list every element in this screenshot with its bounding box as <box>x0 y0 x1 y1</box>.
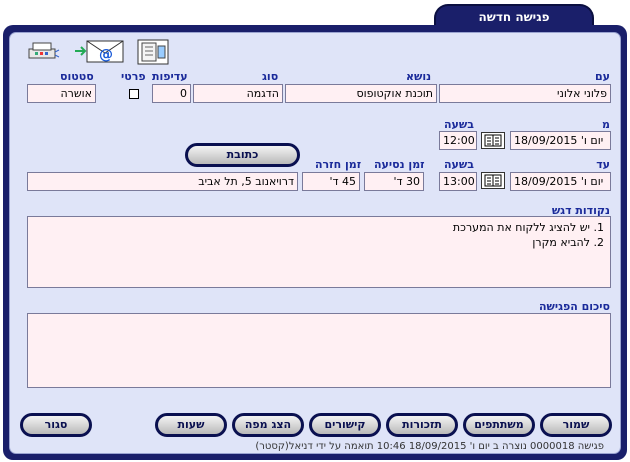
from-time-field[interactable]: 12:00 <box>439 131 477 150</box>
hours-button[interactable]: שעות <box>155 413 227 437</box>
status-bar: פגישה 0000018 נוצרה ב יום ו' 18/09/2015 … <box>255 441 604 452</box>
list-item: 1. יש להציג ללקוח את המערכת <box>452 221 604 234</box>
reminders-button[interactable]: תזכורות <box>386 413 458 437</box>
from-calendar-icon[interactable] <box>481 132 505 149</box>
type-label: סוג <box>262 70 279 83</box>
with-label: עם <box>595 70 610 83</box>
travel-time-field[interactable]: 30 ד' <box>364 172 424 191</box>
priority-label: עדיפות <box>152 70 188 83</box>
to-time-label: בשעה <box>444 158 474 171</box>
with-field[interactable]: פלוני אלוני <box>439 84 611 103</box>
address-field[interactable]: דרויאנוב 5, תל אביב <box>27 172 298 191</box>
key-points-textarea[interactable]: 1. יש להציג ללקוח את המערכת 2. להביא מקר… <box>27 216 611 288</box>
summary-textarea[interactable] <box>27 313 611 388</box>
travel-time-label: זמן נסיעה <box>374 158 425 171</box>
summary-label: סיכום הפגישה <box>538 300 610 313</box>
list-item: 2. להביא מקרן <box>532 236 604 249</box>
fax-icon[interactable] <box>26 40 60 65</box>
to-date-field[interactable]: יום ו' 18/09/2015 <box>510 172 611 191</box>
status-field[interactable]: אושרה <box>27 84 96 103</box>
close-button[interactable]: סגור <box>20 413 92 437</box>
type-field[interactable]: הדגמה <box>193 84 283 103</box>
subject-label: נושא <box>406 70 432 83</box>
to-label: עד <box>596 158 610 171</box>
window-tab-title: פגישה חדשה <box>434 4 594 27</box>
status-label: סטטוס <box>60 70 94 83</box>
links-button[interactable]: קישורים <box>309 413 381 437</box>
participants-button[interactable]: משתתפים <box>463 413 535 437</box>
address-button[interactable]: כתובת <box>185 143 300 167</box>
svg-text:@: @ <box>99 47 113 63</box>
from-time-label: בשעה <box>444 118 474 131</box>
priority-field[interactable]: 0 <box>152 84 191 103</box>
to-time-field[interactable]: 13:00 <box>439 172 477 191</box>
return-time-label: זמן חזרה <box>315 158 362 171</box>
printer-icon[interactable] <box>134 38 172 69</box>
to-calendar-icon[interactable] <box>481 172 505 189</box>
private-label: פרטי <box>121 70 146 83</box>
subject-field[interactable]: תוכנת אוקטופוס <box>285 84 437 103</box>
return-time-field[interactable]: 45 ד' <box>302 172 360 191</box>
show-map-button[interactable]: הצג מפה <box>232 413 304 437</box>
from-date-field[interactable]: יום ו' 18/09/2015 <box>510 131 611 150</box>
email-icon[interactable]: @ <box>73 37 127 68</box>
private-checkbox[interactable] <box>129 89 139 99</box>
from-label: מ <box>602 118 610 131</box>
save-button[interactable]: שמור <box>540 413 612 437</box>
